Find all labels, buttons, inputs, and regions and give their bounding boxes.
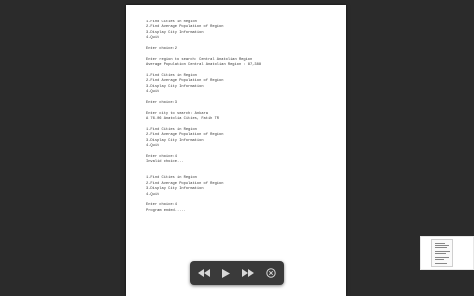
page-thumbnail[interactable] <box>420 236 474 270</box>
fast-forward-icon <box>242 269 254 277</box>
play-button[interactable] <box>218 265 234 281</box>
close-circle-icon <box>266 268 276 278</box>
document-page: 1-Find Cities in Region 2-Find Average Po… <box>126 5 346 296</box>
thumbnail-page-preview <box>431 239 453 267</box>
document-text: 1-Find Cities in Region 2-Find Average Po… <box>146 20 342 214</box>
rewind-icon <box>198 269 210 277</box>
fast-forward-button[interactable] <box>240 265 256 281</box>
document-line: Program ended..... <box>146 208 186 213</box>
rewind-button[interactable] <box>196 265 212 281</box>
playback-controls <box>190 261 284 285</box>
close-button[interactable] <box>263 265 279 281</box>
play-icon <box>222 268 230 278</box>
